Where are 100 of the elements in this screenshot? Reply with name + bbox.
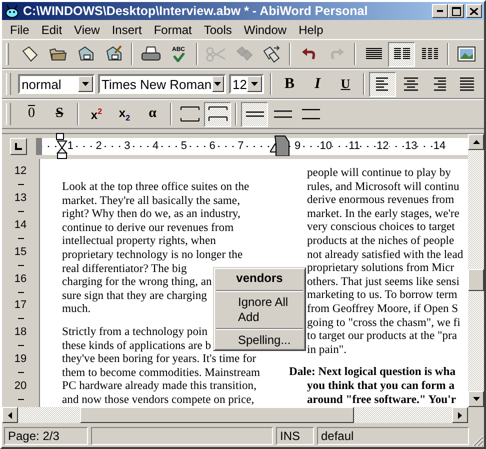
text-line: charging for the wrong thing, an — [62, 275, 212, 289]
font-dropdown[interactable]: Times New Roman — [98, 74, 226, 94]
menu-item[interactable]: Tools — [198, 22, 238, 36]
tab-stop-button[interactable] — [10, 138, 27, 155]
style-dropdown[interactable]: normal — [18, 74, 95, 94]
ruler-number: 16 — [14, 272, 27, 285]
ruler-number: 13 — [14, 192, 27, 204]
line-spacing-button[interactable] — [241, 102, 268, 126]
paste-icon — [262, 45, 280, 63]
horizontal-scrollbar[interactable] — [2, 407, 468, 423]
resize-grip-icon[interactable] — [472, 435, 484, 447]
subscript-button[interactable]: x$_{2}$ — [111, 102, 138, 126]
strikethrough-button[interactable]: S — [46, 102, 73, 126]
scroll-down-button[interactable] — [468, 391, 484, 407]
text-line: intellectual property rights, when — [62, 234, 216, 248]
menu-item[interactable]: Edit — [35, 22, 68, 36]
text-line: and now those vendors compete on price, — [62, 392, 254, 406]
scroll-thumb[interactable] — [468, 269, 484, 291]
ruler-number: 15 — [14, 246, 27, 258]
two-columns-icon — [392, 47, 410, 61]
overline-button[interactable]: 0 — [18, 102, 45, 126]
vertical-scrollbar[interactable] — [468, 134, 484, 407]
text-line: continue to derive our revenues from — [62, 220, 234, 234]
text-line: proprietary technology is no longer the — [62, 248, 243, 262]
close-button[interactable] — [466, 4, 482, 18]
scroll-left-button[interactable] — [2, 407, 18, 423]
ruler-number: 19 — [14, 353, 27, 366]
text-line: people will continue to play by — [307, 166, 451, 180]
menu-item[interactable]: Help — [292, 22, 330, 36]
two-columns-button[interactable] — [388, 42, 415, 66]
superscript-button[interactable]: x$^{2}$ — [83, 102, 110, 126]
menu-item[interactable]: Spelling... — [216, 333, 303, 348]
text-line: right? Why then do we, as an industry, — [62, 207, 240, 221]
text-line: these kinds of applications are b — [62, 338, 212, 352]
text-line: much. — [62, 302, 91, 316]
text-line: marketing to us. To borrow term — [307, 288, 458, 302]
suggestion-item[interactable]: vendors — [216, 270, 303, 287]
space-before-button[interactable] — [204, 102, 231, 126]
underline-button[interactable]: U — [332, 72, 359, 96]
ant-icon — [4, 4, 20, 18]
right-arrow-icon — [458, 412, 462, 418]
text-line: market. They're all basically the same, — [62, 194, 240, 208]
text-lines-icon — [402, 77, 420, 91]
menu-item[interactable]: File — [4, 22, 36, 36]
text-line: to target our products at the "pra — [307, 329, 458, 343]
text-line: they've been boring for years. It's time for — [62, 352, 256, 366]
menu-item[interactable]: Window — [238, 22, 293, 36]
scissors-icon — [206, 45, 226, 63]
scroll-up-button[interactable] — [468, 134, 484, 150]
maximize-icon — [452, 6, 460, 16]
ruler-number: 14 — [14, 218, 27, 231]
text-line: market. In the early stages, we're — [307, 206, 460, 220]
minimize-icon — [437, 10, 443, 12]
picture-icon — [456, 45, 476, 63]
paragraph-spacing-icon — [180, 106, 200, 122]
maximize-button[interactable] — [448, 4, 464, 18]
menu-item[interactable]: View — [68, 22, 106, 36]
text-line: products at the niches of people — [307, 234, 454, 248]
down-arrow-icon — [472, 397, 480, 401]
text-line: derive enormous revenues from — [307, 193, 454, 207]
text-line: very conscious choices to target — [307, 220, 455, 234]
menu-item[interactable]: Add — [216, 310, 303, 325]
margin-marker-icon[interactable] — [270, 134, 290, 156]
text-line: you think that you can form a — [307, 378, 455, 392]
text-line: around "free software." You'r — [307, 392, 456, 406]
up-arrow-icon — [472, 140, 480, 144]
bold-button[interactable]: B — [276, 72, 303, 96]
text-line: them to become commodities. Mainstream — [62, 366, 260, 380]
text-line: from Geoffrey Moore, if Open S — [307, 302, 458, 316]
three-columns-icon — [420, 47, 438, 61]
text-line: PC hardware already made this transition, — [62, 379, 256, 393]
text-line: Strictly from a technology poin — [62, 324, 208, 339]
page-indicator: Page: 2/3 — [4, 427, 88, 445]
menu-item[interactable]: Ignore All — [216, 295, 303, 310]
blank-page-icon — [20, 45, 38, 63]
ruler-margin-area — [36, 138, 42, 155]
redo-icon — [328, 47, 344, 61]
symbol-button[interactable]: α — [139, 102, 166, 126]
scroll-right-button[interactable] — [452, 407, 468, 423]
text-line: not already satisfied with the lead — [307, 248, 464, 262]
minimize-button[interactable] — [432, 4, 448, 18]
ruler-number: 17 — [14, 299, 27, 312]
text-line: proprietary solutions from Micr — [307, 261, 454, 275]
italic-button[interactable]: I — [304, 72, 331, 96]
text-line: others. That just seems like sensi — [307, 274, 460, 288]
menu-item[interactable]: Insert — [106, 22, 148, 36]
undo-icon — [300, 47, 316, 61]
align-left-button[interactable] — [369, 72, 396, 96]
scroll-thumb[interactable] — [80, 407, 354, 423]
indent-marker-icon[interactable] — [56, 133, 68, 159]
text-line: real differentiator? The big — [62, 262, 187, 276]
line-spacing-icon — [300, 107, 320, 121]
paragraph-spacing-icon — [208, 106, 228, 122]
text-line: Look at the top three office suites on the — [62, 180, 250, 194]
menu-item[interactable]: Format — [148, 22, 198, 36]
ruler-number: 18 — [14, 326, 27, 338]
text-line: rules, and Microsoft will continu — [307, 180, 460, 194]
text-line: in pain". — [307, 342, 347, 356]
font-size-dropdown[interactable]: 12 — [228, 74, 264, 94]
ruler-number: 12 — [14, 165, 27, 177]
